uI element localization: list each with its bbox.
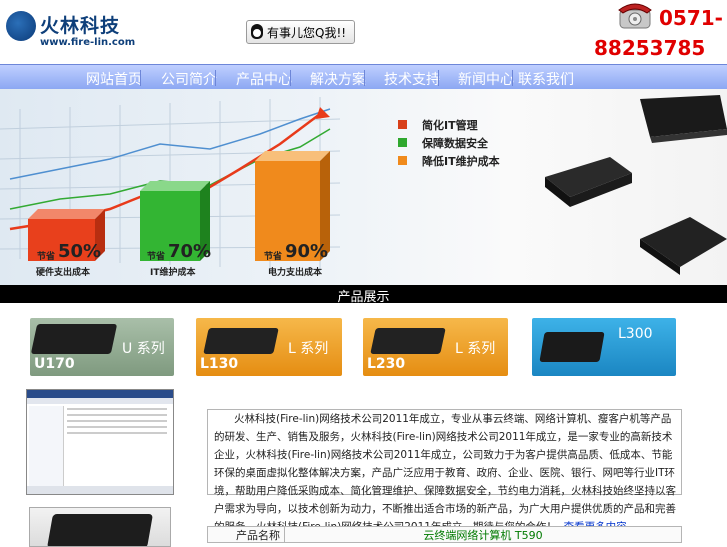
device-middle (545, 157, 632, 207)
nav-divider (364, 70, 365, 86)
series-name: L300 (618, 326, 653, 342)
series-model: L130 (200, 356, 239, 372)
screenshot-row (67, 420, 167, 422)
nav-divider (512, 70, 513, 86)
nav-divider (290, 70, 291, 86)
qq-penguin-icon (251, 24, 263, 39)
banner-graphic (0, 95, 727, 275)
table-label: 产品名称 (236, 529, 280, 542)
qq-contact-button[interactable]: 有事儿您Q我!! (246, 20, 355, 44)
logo-globe-icon (6, 11, 36, 41)
table-label-cell: 产品名称 (208, 527, 285, 542)
site-logo[interactable]: 火林科技 www.fire-lin.com (0, 5, 138, 57)
stat-prefix: 节省 (264, 252, 283, 262)
screenshot-statusbar (27, 486, 173, 494)
series-card-l300[interactable]: L300 (532, 318, 676, 376)
series-card-l130[interactable]: L130 L 系列 (196, 318, 342, 376)
feature-bullet-icon (398, 138, 407, 147)
qq-contact-label: 有事儿您Q我!! (267, 26, 347, 40)
intro-text-wrap: 火林科技(Fire-lin)网络技术公司2011年成立，专业从事云终端、网络计算… (214, 410, 676, 536)
stat-value: 70% (168, 241, 212, 262)
series-model: U170 (34, 356, 75, 372)
feature-text: 简化IT管理 (422, 119, 478, 132)
nav-item-support[interactable]: 技术支持 (384, 69, 440, 89)
feature-text: 保障数据安全 (422, 137, 488, 150)
screenshot-toolbar (27, 398, 173, 404)
series-name: U 系列 (122, 341, 165, 357)
screenshot-row (67, 426, 167, 428)
nav-item-about[interactable]: 公司简介 (161, 69, 217, 89)
company-intro: 火林科技(Fire-lin)网络技术公司2011年成立，专业从事云终端、网络计算… (207, 409, 682, 533)
feature-bullet-icon (398, 120, 407, 129)
device-image (47, 514, 153, 546)
section-header: 产品展示 (0, 285, 727, 305)
feature-bullet-icon (398, 156, 407, 165)
device-bottom (640, 217, 727, 275)
phone-number-line2: 88253785 (594, 36, 706, 60)
phone-number-line1: 0571- (659, 6, 723, 30)
stat-value: 50% (58, 241, 102, 262)
screenshot-row (67, 414, 167, 416)
nav-item-contact[interactable]: 联系我们 (518, 69, 574, 89)
nav-item-solutions[interactable]: 解决方案 (310, 69, 366, 89)
device-image (30, 324, 118, 354)
feature-text: 降低IT维护成本 (422, 155, 500, 168)
logo-text: 火林科技 (40, 15, 121, 37)
series-card-u[interactable]: U170 U 系列 (30, 318, 174, 376)
intro-paragraph: 火林科技(Fire-lin)网络技术公司2011年成立，专业从事云终端、网络计算… (214, 413, 676, 533)
telephone-icon (618, 3, 652, 29)
stat-prefix: 节省 (37, 252, 56, 262)
stat-prefix: 节省 (147, 252, 166, 262)
screenshot-row (67, 408, 167, 410)
series-name: L 系列 (455, 341, 496, 357)
stat-caption: 硬件支出成本 (36, 268, 91, 278)
device-image (370, 328, 446, 354)
logo-url: www.fire-lin.com (40, 37, 136, 48)
nav-divider (438, 70, 439, 86)
table-value-cell[interactable]: 云终端网络计算机 T590 (285, 527, 681, 542)
device-image (539, 332, 605, 362)
nav-divider (215, 70, 216, 86)
hero-banner[interactable]: 简化IT管理 保障数据安全 降低IT维护成本 节省 50% 硬件支出成本 节省 … (0, 89, 727, 285)
series-name: L 系列 (288, 341, 329, 357)
screenshot-titlebar (27, 390, 173, 398)
screenshot-row (67, 432, 167, 434)
nav-item-news[interactable]: 新闻中心 (458, 69, 514, 89)
device-image (203, 328, 279, 354)
screenshot-tree (29, 406, 64, 490)
nav-item-home[interactable]: 网站首页 (86, 69, 142, 89)
nav-divider (140, 70, 141, 86)
nav-item-products[interactable]: 产品中心 (236, 69, 292, 89)
stat-caption: IT维护成本 (150, 268, 196, 278)
stat-caption: 电力支出成本 (268, 268, 323, 278)
section-title: 产品展示 (337, 290, 390, 305)
product-info-table: 产品名称 云终端网络计算机 T590 (207, 526, 682, 543)
software-screenshot[interactable] (26, 389, 174, 495)
device-top (640, 95, 727, 143)
main-nav: 网站首页 公司简介 产品中心 解决方案 技术支持 新闻中心 联系我们 (0, 64, 727, 91)
series-card-l230[interactable]: L230 L 系列 (363, 318, 508, 376)
series-model: L230 (367, 356, 406, 372)
stat-value: 90% (285, 241, 329, 262)
product-thumbnail[interactable] (29, 507, 171, 547)
